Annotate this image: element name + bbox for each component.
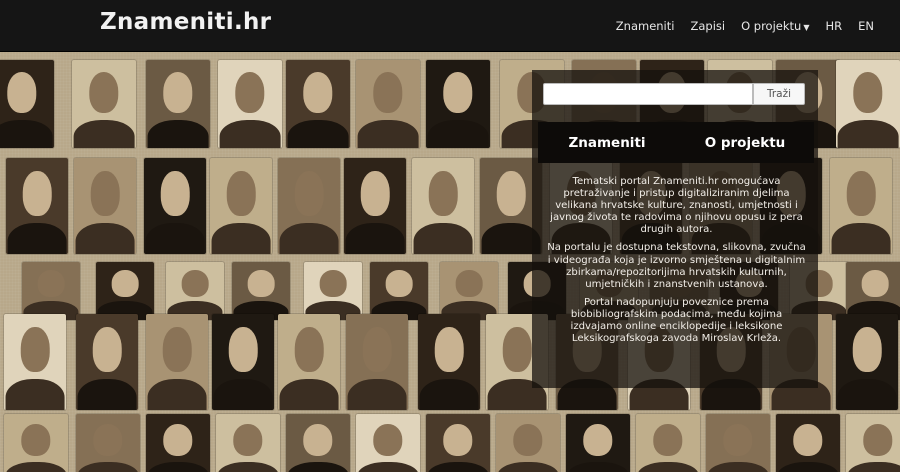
portrait-thumbnail [278, 158, 340, 254]
portrait-thumbnail [146, 314, 208, 410]
nav-lang-hr[interactable]: HR [817, 19, 850, 33]
nav-o-projektu-dropdown[interactable]: O projektu ▼ [733, 19, 817, 33]
portal-description: Tematski portal Znameniti.hr omogućava p… [545, 176, 808, 351]
portrait-thumbnail [166, 262, 224, 320]
portrait-thumbnail [218, 60, 282, 148]
description-paragraph-3: Portal nadopunjuju poveznice prema biobi… [570, 296, 783, 345]
site-logo[interactable]: Znameniti.hr [100, 9, 271, 35]
portrait-thumbnail [346, 314, 408, 410]
portrait-thumbnail [356, 414, 420, 472]
tab-znameniti[interactable]: Znameniti [538, 122, 676, 163]
search-button[interactable]: Traži [753, 83, 805, 105]
nav-zapisi[interactable]: Zapisi [682, 19, 733, 33]
tab-o-projektu[interactable]: O projektu [676, 122, 814, 163]
portrait-thumbnail [4, 314, 66, 410]
portrait-thumbnail [96, 262, 154, 320]
portrait-thumbnail [22, 262, 80, 320]
nav-lang-en[interactable]: EN [850, 19, 882, 33]
portrait-thumbnail [286, 60, 350, 148]
portrait-thumbnail [412, 158, 474, 254]
portrait-thumbnail [232, 262, 290, 320]
portrait-thumbnail [216, 414, 280, 472]
portrait-thumbnail [846, 414, 900, 472]
portrait-thumbnail [370, 262, 428, 320]
portrait-thumbnail [6, 158, 68, 254]
portrait-thumbnail [210, 158, 272, 254]
portrait-thumbnail [344, 158, 406, 254]
portrait-thumbnail [636, 414, 700, 472]
portrait-thumbnail [836, 314, 898, 410]
panel-tabs: Znameniti O projektu [538, 122, 814, 163]
nav-znameniti[interactable]: Znameniti [608, 19, 683, 33]
portrait-thumbnail [426, 414, 490, 472]
caret-down-icon: ▼ [803, 23, 810, 32]
portrait-thumbnail [144, 158, 206, 254]
portrait-thumbnail [212, 314, 274, 410]
portrait-thumbnail [304, 262, 362, 320]
portrait-thumbnail [846, 262, 900, 320]
portrait-thumbnail [286, 414, 350, 472]
portrait-thumbnail [4, 414, 68, 472]
portrait-thumbnail [440, 262, 498, 320]
nav-o-projektu-label: O projektu [741, 19, 802, 33]
portrait-thumbnail [836, 60, 900, 148]
description-paragraph-2: Na portalu je dostupna tekstovna, slikov… [547, 242, 806, 290]
portrait-thumbnail [566, 414, 630, 472]
portrait-thumbnail [0, 60, 54, 148]
portrait-thumbnail [76, 314, 138, 410]
portrait-thumbnail [418, 314, 480, 410]
portrait-thumbnail [76, 414, 140, 472]
top-navbar: Znameniti.hr Znameniti Zapisi O projektu… [0, 0, 900, 52]
portrait-thumbnail [72, 60, 136, 148]
portrait-thumbnail [74, 158, 136, 254]
portrait-thumbnail [496, 414, 560, 472]
portrait-thumbnail [706, 414, 770, 472]
portrait-thumbnail [146, 60, 210, 148]
portrait-thumbnail [146, 414, 210, 472]
description-paragraph-1: Tematski portal Znameniti.hr omogućava p… [550, 176, 803, 236]
search-input[interactable] [543, 83, 753, 105]
portrait-thumbnail [776, 414, 840, 472]
portrait-thumbnail [830, 158, 892, 254]
portrait-thumbnail [278, 314, 340, 410]
portrait-thumbnail [356, 60, 420, 148]
main-nav: Znameniti Zapisi O projektu ▼ HR EN [608, 0, 882, 52]
portrait-thumbnail [426, 60, 490, 148]
